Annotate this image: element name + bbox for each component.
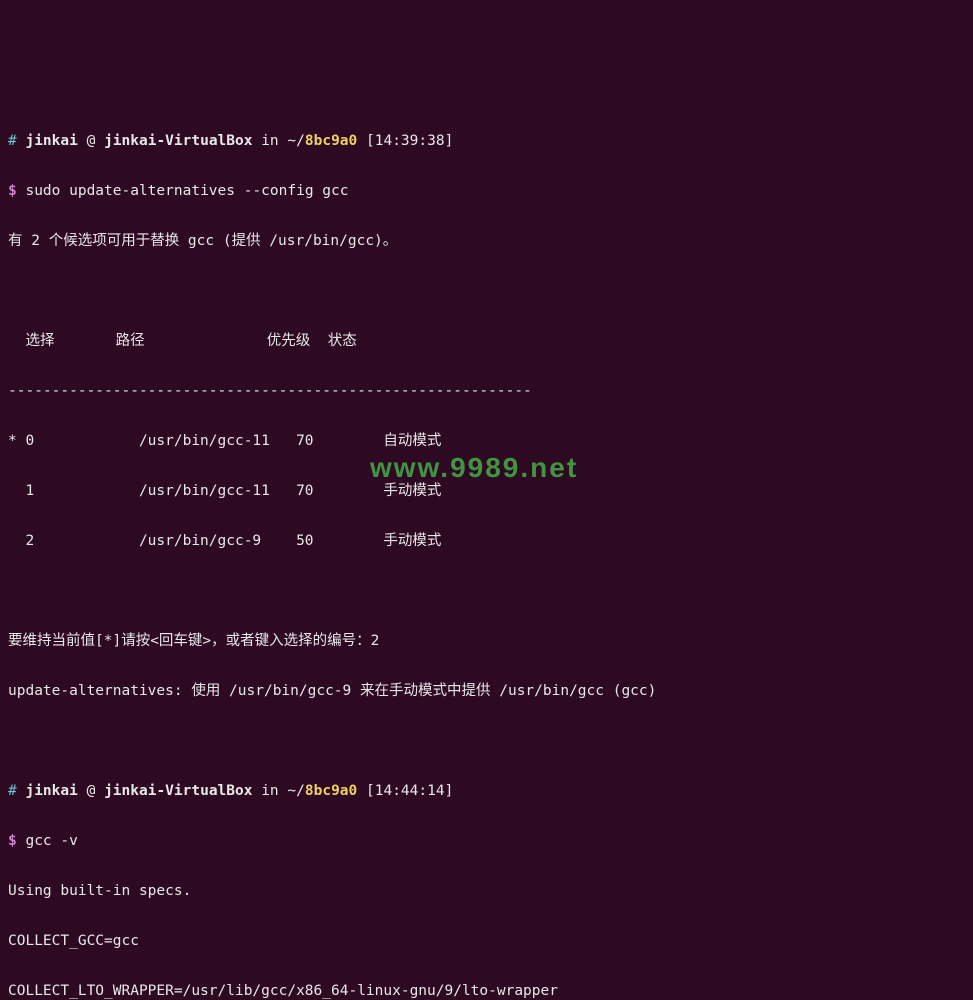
alternatives-row: 2 /usr/bin/gcc-9 50 手动模式	[8, 529, 965, 554]
alternatives-result: update-alternatives: 使用 /usr/bin/gcc-9 来…	[8, 679, 965, 704]
prompt-dollar: $	[8, 833, 17, 849]
prompt-path: 8bc9a0	[305, 783, 357, 799]
prompt-hash: #	[8, 783, 17, 799]
blank-line	[8, 579, 965, 604]
alternatives-header: 选择 路径 优先级 状态	[8, 329, 965, 354]
prompt-dollar: $	[8, 183, 17, 199]
prompt-line-1: # jinkai @ jinkai-VirtualBox in ~/8bc9a0…	[8, 129, 965, 154]
alternatives-row: * 0 /usr/bin/gcc-11 70 自动模式	[8, 429, 965, 454]
prompt-in: in	[261, 133, 278, 149]
blank-line	[8, 279, 965, 304]
gcc-output-line: Using built-in specs.	[8, 879, 965, 904]
prompt-user: jinkai	[25, 133, 77, 149]
prompt-hash: #	[8, 133, 17, 149]
alternatives-intro: 有 2 个候选项可用于替换 gcc (提供 /usr/bin/gcc)。	[8, 229, 965, 254]
command-text: gcc -v	[25, 833, 77, 849]
prompt-at: @	[87, 783, 96, 799]
command-line-1: $ sudo update-alternatives --config gcc	[8, 179, 965, 204]
prompt-host: jinkai-VirtualBox	[104, 783, 252, 799]
prompt-user: jinkai	[25, 783, 77, 799]
command-text: sudo update-alternatives --config gcc	[25, 183, 348, 199]
gcc-output-line: COLLECT_GCC=gcc	[8, 929, 965, 954]
prompt-at: @	[87, 133, 96, 149]
prompt-time: [14:39:38]	[366, 133, 453, 149]
alternatives-row: 1 /usr/bin/gcc-11 70 手动模式	[8, 479, 965, 504]
blank-line	[8, 729, 965, 754]
prompt-in: in	[261, 783, 278, 799]
prompt-host: jinkai-VirtualBox	[104, 133, 252, 149]
prompt-line-2: # jinkai @ jinkai-VirtualBox in ~/8bc9a0…	[8, 779, 965, 804]
alternatives-separator: ----------------------------------------…	[8, 379, 965, 404]
gcc-output-line: COLLECT_LTO_WRAPPER=/usr/lib/gcc/x86_64-…	[8, 979, 965, 1000]
prompt-time: [14:44:14]	[366, 783, 453, 799]
prompt-tilde: ~/	[287, 783, 304, 799]
alternatives-prompt: 要维持当前值[*]请按<回车键>，或者键入选择的编号：2	[8, 629, 965, 654]
prompt-tilde: ~/	[287, 133, 304, 149]
command-line-2: $ gcc -v	[8, 829, 965, 854]
prompt-path: 8bc9a0	[305, 133, 357, 149]
terminal-output[interactable]: # jinkai @ jinkai-VirtualBox in ~/8bc9a0…	[8, 104, 965, 1000]
